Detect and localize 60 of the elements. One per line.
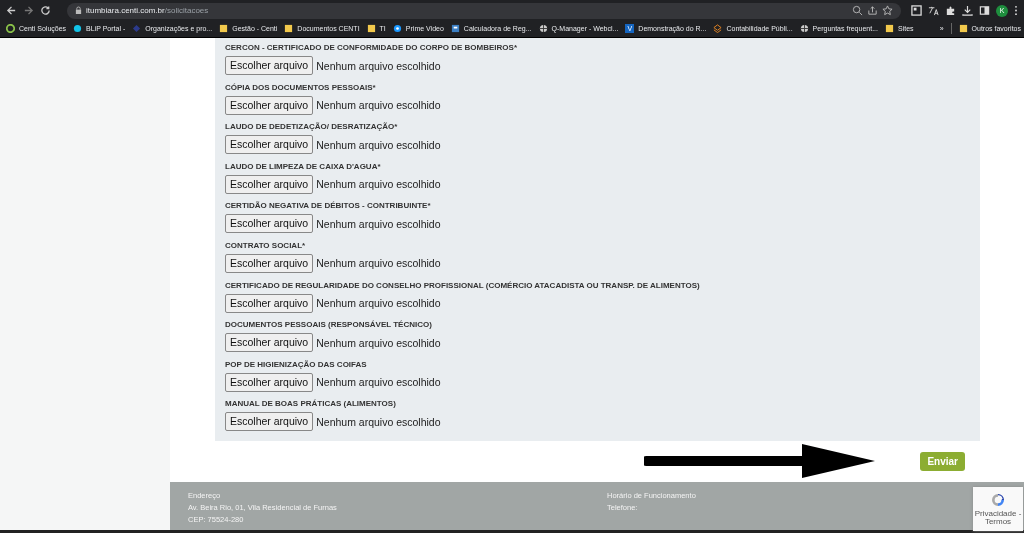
field-label: CERTIFICADO DE REGULARIDADE DO CONSELHO PROFISSIONAL (COMÉRCIO ATACADISTA OU TRANSP. DE ALIMENTOS) xyxy=(225,279,701,292)
file-status: Nenhum arquivo escolhido xyxy=(316,297,441,310)
field-label: CERCON - CERTIFICADO DE CONFORMIDADE DO CORPO DE BOMBEIROS* xyxy=(225,42,518,54)
choose-file-button[interactable]: Escolher arquivo xyxy=(225,412,314,432)
file-status: Nenhum arquivo escolhido xyxy=(316,217,441,230)
translate-icon[interactable] xyxy=(928,5,939,16)
menu-icon[interactable] xyxy=(1014,5,1018,16)
drop-icon xyxy=(73,24,83,33)
file-status: Nenhum arquivo escolhido xyxy=(316,138,441,151)
folder-icon xyxy=(219,24,229,33)
file-status: Nenhum arquivo escolhido xyxy=(316,178,441,191)
field-label: CERTIDÃO NEGATIVA DE DÉBITOS - CONTRIBUINTE* xyxy=(225,200,432,213)
choose-file-button[interactable]: Escolher arquivo xyxy=(225,253,314,273)
globe-icon xyxy=(799,24,809,33)
file-status: Nenhum arquivo escolhido xyxy=(316,415,441,428)
calculator-icon xyxy=(450,24,460,33)
file-status: Nenhum arquivo escolhido xyxy=(316,336,441,349)
folder-icon xyxy=(366,24,376,33)
choose-file-button[interactable]: Escolher arquivo xyxy=(225,293,314,313)
choose-file-button[interactable]: Escolher arquivo xyxy=(225,95,314,115)
choose-file-button[interactable]: Escolher arquivo xyxy=(225,333,314,353)
file-status: Nenhum arquivo escolhido xyxy=(316,59,441,72)
qr-code-icon[interactable] xyxy=(911,5,922,16)
address-bar[interactable]: itumbiara.centi.com.br/solicitacoes xyxy=(67,2,901,19)
recaptcha-icon xyxy=(990,492,1006,508)
diamond-icon xyxy=(132,24,142,33)
choose-file-button[interactable]: Escolher arquivo xyxy=(225,372,314,392)
swirl-logo-icon xyxy=(6,24,15,33)
file-status: Nenhum arquivo escolhido xyxy=(316,257,441,270)
choose-file-button[interactable]: Escolher arquivo xyxy=(225,214,314,234)
layers-icon xyxy=(713,24,723,33)
field-label: CONTRATO SOCIAL* xyxy=(225,239,307,252)
forward-icon[interactable] xyxy=(23,5,34,16)
share-icon[interactable] xyxy=(867,5,878,16)
download-icon[interactable] xyxy=(962,5,973,16)
field-label: LAUDO DE DEDETIZAÇÃO/ DESRATIZAÇÃO* xyxy=(225,121,399,134)
side-panel-icon[interactable] xyxy=(979,5,990,16)
recaptcha-badge[interactable]: Privacidade - Termos xyxy=(973,487,1023,531)
choose-file-button[interactable]: Escolher arquivo xyxy=(225,135,314,155)
field-label: POP DE HIGIENIZAÇÃO DAS COIFAS xyxy=(225,358,368,371)
play-circle-icon xyxy=(392,24,402,33)
choose-file-button[interactable]: Escolher arquivo xyxy=(225,56,314,75)
field-label: DOCUMENTOS PESSOAIS (RESPONSÁVEL TÉCNICO) xyxy=(225,319,433,332)
zoom-icon[interactable] xyxy=(852,5,863,16)
lock-icon xyxy=(75,6,82,15)
folder-icon xyxy=(958,24,968,33)
field-label: CÓPIA DOS DOCUMENTOS PESSOAIS* xyxy=(225,81,377,94)
globe-icon xyxy=(538,24,548,33)
star-icon[interactable] xyxy=(882,5,893,16)
field-label: LAUDO DE LIMPEZA DE CAIXA D'AGUA* xyxy=(225,160,382,173)
field-label: MANUAL DE BOAS PRÁTICAS (ALIMENTOS) xyxy=(225,398,397,411)
file-status: Nenhum arquivo escolhido xyxy=(316,376,441,389)
folder-icon xyxy=(284,24,294,33)
folder-icon xyxy=(885,24,894,33)
recaptcha-links[interactable]: Privacidade - Termos xyxy=(973,510,1023,526)
reload-icon[interactable] xyxy=(40,5,51,16)
file-status: Nenhum arquivo escolhido xyxy=(316,99,441,112)
back-icon[interactable] xyxy=(6,5,17,16)
choose-file-button[interactable]: Escolher arquivo xyxy=(225,174,314,194)
puzzle-icon[interactable] xyxy=(945,5,956,16)
